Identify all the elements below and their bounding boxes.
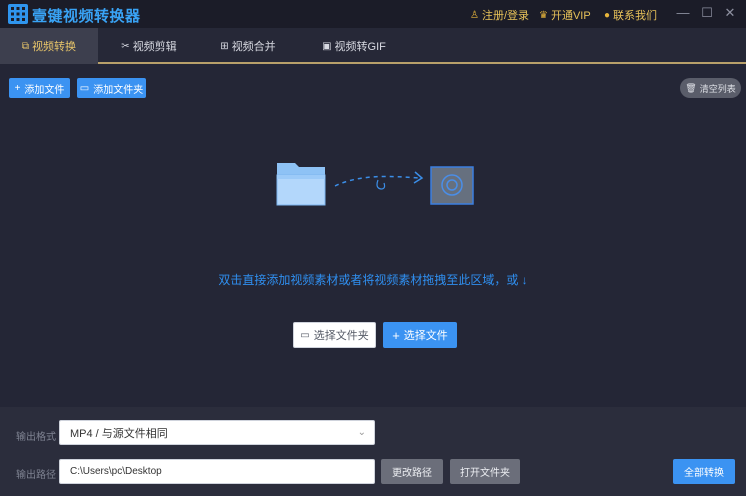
merge-icon: ⊞ (220, 40, 229, 52)
output-format-label: 输出格式 (16, 432, 56, 443)
output-format-select[interactable]: MP4 / 与源文件相同 ⌄ (59, 420, 375, 445)
open-folder-label: 打开文件夹 (460, 468, 510, 479)
add-folder-button[interactable]: ▭ 添加文件夹 (77, 78, 146, 98)
plus-icon: + (392, 327, 400, 343)
add-file-button[interactable]: + 添加文件 (9, 78, 70, 98)
output-format-value: MP4 / 与源文件相同 (70, 427, 168, 440)
change-path-button[interactable]: 更改路径 (381, 459, 443, 484)
crown-icon: ♛ (539, 9, 548, 21)
choose-folder-label: 选择文件夹 (313, 330, 369, 342)
choose-file-label: 选择文件 (403, 330, 448, 342)
output-settings-panel: 输出格式 MP4 / 与源文件相同 ⌄ 输出路径 C:\Users\pc\Des… (0, 407, 746, 496)
tab-video-edit[interactable]: ✂ 视频剪辑 (100, 28, 198, 64)
tab-label: 视频转换 (32, 41, 77, 53)
clear-list-button[interactable]: 🗑 清空列表 (680, 78, 741, 98)
tab-video-merge[interactable]: ⊞ 视频合并 (199, 28, 297, 64)
tab-label: 视频转GIF (334, 41, 386, 53)
vip-label: 开通VIP (550, 10, 591, 22)
convert-all-label: 全部转换 (684, 468, 724, 479)
change-path-label: 更改路径 (392, 468, 432, 479)
tab-video-convert[interactable]: ⧉ 视频转换 (0, 28, 98, 64)
tab-video-gif[interactable]: ▣ 视频转GIF (305, 28, 403, 64)
choose-folder-button[interactable]: ▭ 选择文件夹 (293, 322, 376, 348)
scissors-icon: ✂ (121, 40, 130, 52)
contact-link[interactable]: ● 联系我们 (604, 7, 657, 23)
convert-all-button[interactable]: 全部转换 (673, 459, 735, 484)
plus-icon: + (14, 82, 21, 94)
drop-hint-text: 双击直接添加视频素材或者将视频素材拖拽至此区域，或 ↓ (218, 273, 528, 287)
close-button[interactable]: ✕ (722, 5, 738, 21)
minimize-button[interactable]: — (675, 5, 691, 21)
cursor-loop (376, 179, 386, 190)
add-folder-label: 添加文件夹 (93, 84, 144, 96)
drag-illustration (276, 163, 474, 206)
choose-file-button[interactable]: + 选择文件 (383, 322, 457, 348)
clear-list-label: 清空列表 (699, 83, 736, 94)
folder-illustration-icon (276, 163, 326, 206)
add-file-label: 添加文件 (24, 84, 65, 96)
register-login-label: 注册/登录 (481, 10, 530, 22)
contact-icon: ● (604, 9, 611, 21)
tab-label: 视频合并 (231, 41, 276, 53)
output-path-input[interactable]: C:\Users\pc\Desktop (59, 459, 375, 484)
register-login-link[interactable]: ♙ 注册/登录 (470, 7, 529, 23)
trash-icon: 🗑 (685, 82, 697, 93)
user-icon: ♙ (470, 9, 479, 21)
chevron-down-icon: ⌄ (357, 427, 366, 438)
gif-icon: ▣ (322, 40, 332, 52)
file-drop-area[interactable]: + 添加文件 ▭ 添加文件夹 🗑 清空列表 双击直接添加视频素材或者将视频素材拖… (0, 66, 746, 407)
folder-icon: ▭ (79, 82, 90, 94)
contact-label: 联系我们 (613, 10, 658, 22)
output-path-value: C:\Users\pc\Desktop (70, 466, 162, 477)
open-folder-button[interactable]: 打开文件夹 (450, 459, 520, 484)
convert-icon: ⧉ (21, 40, 30, 52)
tab-bar: ⧉ 视频转换 ✂ 视频剪辑 ⊞ 视频合并 ▣ 视频转GIF (0, 28, 746, 64)
video-file-icon (430, 166, 474, 205)
app-title: 壹键视频转换器 (32, 8, 141, 25)
folder-icon: ▭ (300, 329, 310, 341)
maximize-button[interactable]: ☐ (699, 5, 715, 21)
vip-link[interactable]: ♛ 开通VIP (539, 7, 591, 23)
app-logo-icon (8, 4, 28, 24)
output-path-label: 输出路径 (16, 470, 56, 481)
tab-label: 视频剪辑 (132, 41, 177, 53)
